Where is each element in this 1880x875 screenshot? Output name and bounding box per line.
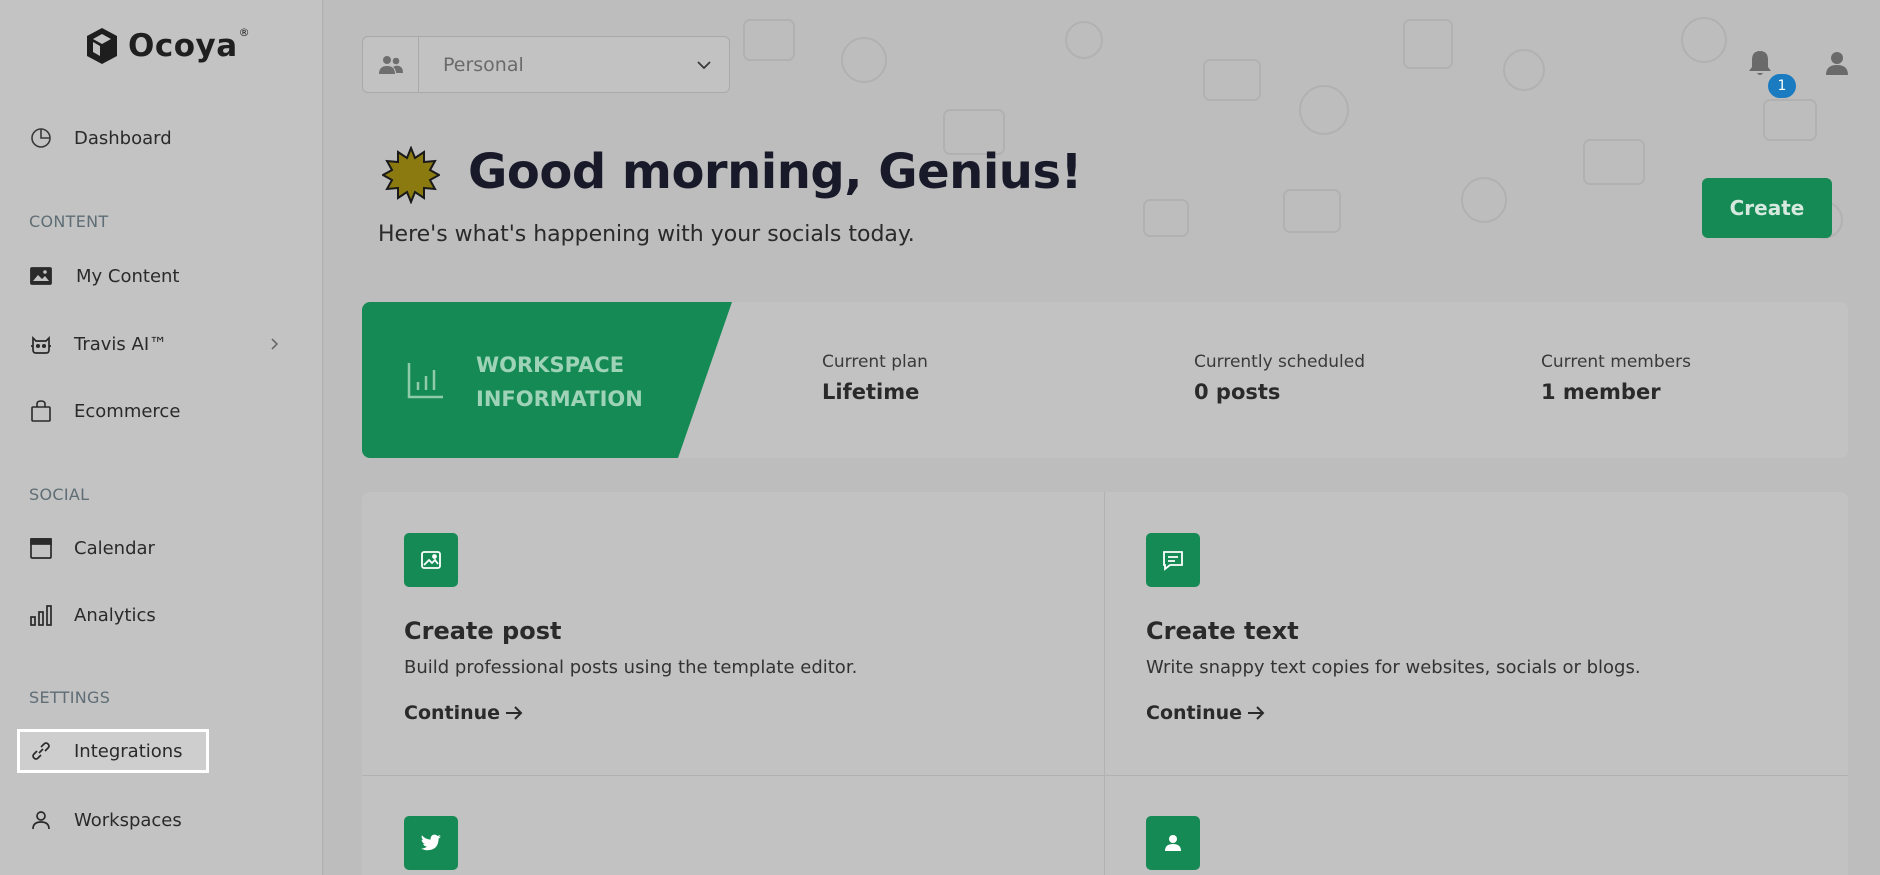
twitter-icon[interactable] bbox=[404, 816, 458, 870]
workspace-selected-value: Personal bbox=[443, 53, 524, 76]
section-label-settings: SETTINGS bbox=[29, 688, 111, 707]
sidebar-item-my-content[interactable]: My Content bbox=[28, 262, 180, 290]
sidebar-item-calendar[interactable]: Calendar bbox=[28, 534, 155, 562]
sidebar-item-analytics[interactable]: Analytics bbox=[28, 601, 156, 629]
sun-badge-icon bbox=[382, 146, 440, 204]
workspace-info-title-line1: WORKSPACE bbox=[476, 353, 625, 377]
notification-badge: 1 bbox=[1768, 74, 1796, 98]
sidebar-item-label: Workspaces bbox=[74, 809, 182, 831]
workspace-info-title-line2: INFORMATION bbox=[476, 387, 643, 411]
account-icon[interactable] bbox=[1824, 50, 1850, 76]
current-members-label: Current members bbox=[1541, 352, 1691, 372]
workspace-selector-icon-area bbox=[363, 37, 419, 92]
bar-chart-icon bbox=[28, 602, 54, 628]
sidebar-item-integrations[interactable]: Integrations bbox=[28, 737, 183, 765]
logo-cube-icon bbox=[87, 28, 117, 64]
users-group-icon bbox=[378, 55, 403, 74]
grid-divider-vertical bbox=[1104, 492, 1105, 875]
currently-scheduled: Currently scheduled 0 posts bbox=[1194, 352, 1365, 404]
brand-registered-mark: ® bbox=[238, 26, 250, 39]
image-icon bbox=[404, 533, 458, 587]
tile-create-post[interactable]: Create post Build professional posts usi… bbox=[404, 533, 857, 724]
workspace-information-card: WORKSPACE INFORMATION Current plan Lifet… bbox=[362, 302, 1848, 458]
page-title: Good morning, Genius! bbox=[468, 144, 1082, 200]
current-plan-label: Current plan bbox=[822, 352, 928, 372]
sidebar-item-travis-ai[interactable]: Travis AI™ bbox=[28, 330, 167, 358]
chart-icon bbox=[407, 363, 443, 399]
app-window: Ocoya ® Dashboard CONTENT My Content Tra… bbox=[0, 0, 1880, 875]
page-subtitle: Here's what's happening with your social… bbox=[378, 222, 915, 247]
workspace-selector[interactable]: Personal bbox=[362, 36, 730, 93]
sidebar-item-label: Travis AI™ bbox=[74, 333, 168, 355]
current-plan: Current plan Lifetime bbox=[822, 352, 928, 404]
tile-description: Build professional posts using the templ… bbox=[404, 657, 858, 678]
pie-chart-icon bbox=[28, 125, 54, 151]
tile-title: Create text bbox=[1146, 617, 1299, 645]
section-label-content: CONTENT bbox=[29, 212, 109, 231]
brand-name: Ocoya bbox=[128, 28, 238, 64]
bell-icon[interactable] bbox=[1746, 48, 1774, 78]
tile-description: Write snappy text copies for websites, s… bbox=[1146, 657, 1641, 678]
calendar-icon bbox=[28, 535, 54, 561]
shopping-bag-icon bbox=[28, 398, 54, 424]
quick-actions-grid: Create post Build professional posts usi… bbox=[362, 492, 1848, 875]
sidebar-item-label: Analytics bbox=[74, 604, 156, 626]
chat-message-icon bbox=[1146, 533, 1200, 587]
continue-link[interactable]: Continue bbox=[404, 702, 524, 724]
create-button[interactable]: Create bbox=[1702, 178, 1832, 238]
sidebar-item-label: My Content bbox=[76, 265, 180, 287]
section-label-social: SOCIAL bbox=[29, 485, 90, 504]
currently-scheduled-label: Currently scheduled bbox=[1194, 352, 1366, 372]
continue-link[interactable]: Continue bbox=[1146, 702, 1266, 724]
currently-scheduled-value: 0 posts bbox=[1194, 380, 1281, 404]
sidebar-item-workspaces[interactable]: Workspaces bbox=[28, 806, 182, 834]
current-members: Current members 1 member bbox=[1541, 352, 1691, 404]
sidebar: Ocoya ® Dashboard CONTENT My Content Tra… bbox=[0, 0, 323, 875]
sidebar-item-dashboard[interactable]: Dashboard bbox=[28, 124, 172, 152]
sidebar-item-label: Integrations bbox=[74, 740, 183, 762]
sidebar-item-label: Dashboard bbox=[74, 127, 172, 149]
workspace-info-banner: WORKSPACE INFORMATION bbox=[362, 302, 732, 458]
tile-title: Create post bbox=[404, 617, 562, 645]
sidebar-item-label: Calendar bbox=[74, 537, 155, 559]
chevron-right-icon[interactable] bbox=[268, 334, 282, 354]
grid-divider-horizontal bbox=[362, 775, 1848, 776]
user-icon[interactable] bbox=[1146, 816, 1200, 870]
sidebar-item-label: Ecommerce bbox=[74, 400, 181, 422]
workspace-info-title: WORKSPACE INFORMATION bbox=[476, 348, 696, 416]
user-icon bbox=[28, 807, 54, 833]
sidebar-item-ecommerce[interactable]: Ecommerce bbox=[28, 397, 180, 425]
tile-create-text[interactable]: Create text Write snappy text copies for… bbox=[1146, 533, 1641, 724]
image-icon bbox=[28, 263, 54, 289]
continue-link-label: Continue bbox=[1146, 702, 1243, 724]
current-plan-value: Lifetime bbox=[822, 380, 920, 404]
arrow-right-icon bbox=[1248, 706, 1265, 720]
ocoya-logo[interactable]: Ocoya ® bbox=[84, 24, 250, 68]
arrow-right-icon bbox=[506, 706, 523, 720]
continue-link-label: Continue bbox=[404, 702, 501, 724]
robot-cat-icon bbox=[28, 331, 54, 357]
link-icon bbox=[28, 738, 54, 764]
current-members-value: 1 member bbox=[1541, 380, 1661, 404]
main-content: Personal 1 Good morning, Genius! Here's … bbox=[324, 0, 1880, 875]
chevron-down-icon bbox=[679, 37, 729, 92]
